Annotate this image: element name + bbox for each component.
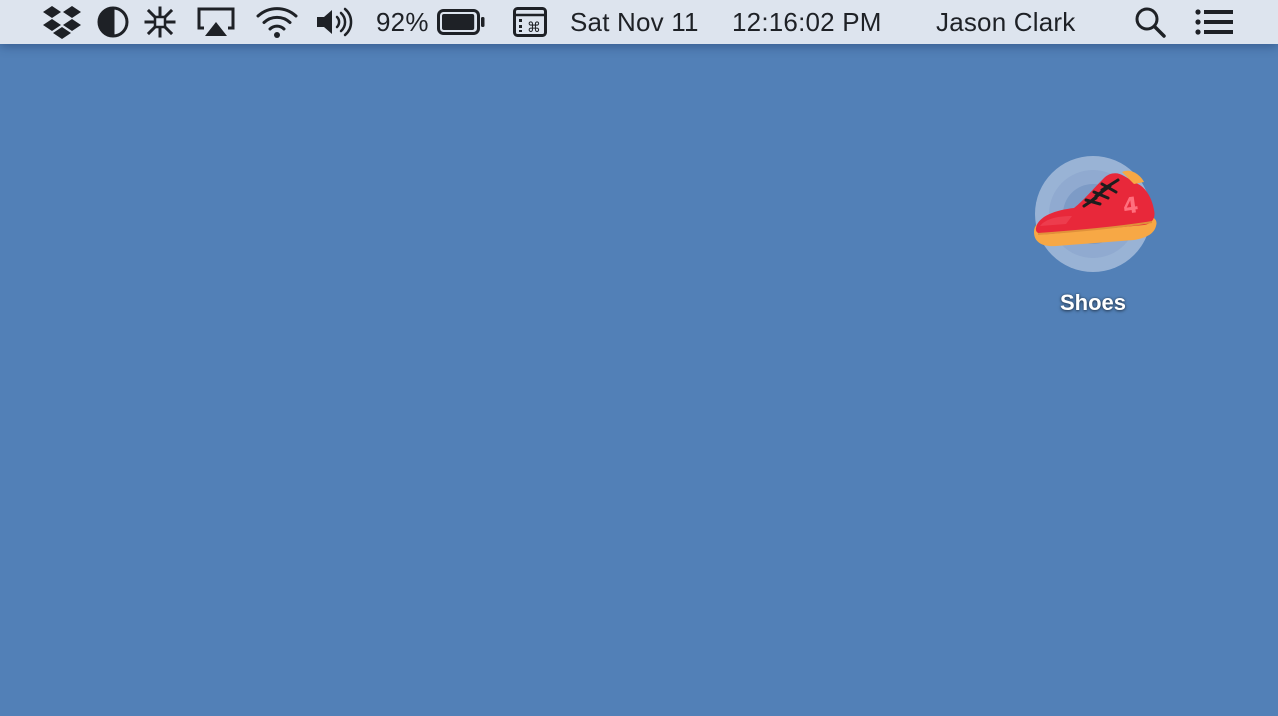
half-circle-icon[interactable] [96, 0, 130, 44]
menu-bar: 92% ⌘ Sat Nov 11 12:16:02 PM Jason Clark [0, 0, 1278, 44]
fast-user-switching-name[interactable]: Jason Clark [936, 0, 1106, 44]
keyboard-viewer-icon[interactable]: ⌘ [510, 0, 550, 44]
battery-icon[interactable] [436, 0, 486, 44]
sneaker-icon[interactable]: 4 [1026, 154, 1160, 278]
menubar-date[interactable]: Sat Nov 11 [570, 0, 720, 44]
wifi-icon[interactable] [254, 0, 300, 44]
desktop: 4 Shoes [0, 44, 1278, 716]
svg-text:⌘: ⌘ [527, 20, 541, 36]
airplay-icon[interactable] [194, 0, 238, 44]
battery-percentage[interactable]: 92% [376, 0, 436, 44]
snowflake-icon[interactable] [142, 0, 178, 44]
spotlight-search-icon[interactable] [1130, 0, 1170, 44]
desktop-icon-shoes[interactable]: 4 Shoes [1026, 154, 1160, 316]
desktop-icon-label: Shoes [1059, 290, 1127, 315]
volume-icon[interactable] [314, 0, 354, 44]
dropbox-icon[interactable] [40, 0, 84, 44]
menubar-clock[interactable]: 12:16:02 PM [732, 0, 912, 44]
notification-center-icon[interactable] [1192, 0, 1236, 44]
